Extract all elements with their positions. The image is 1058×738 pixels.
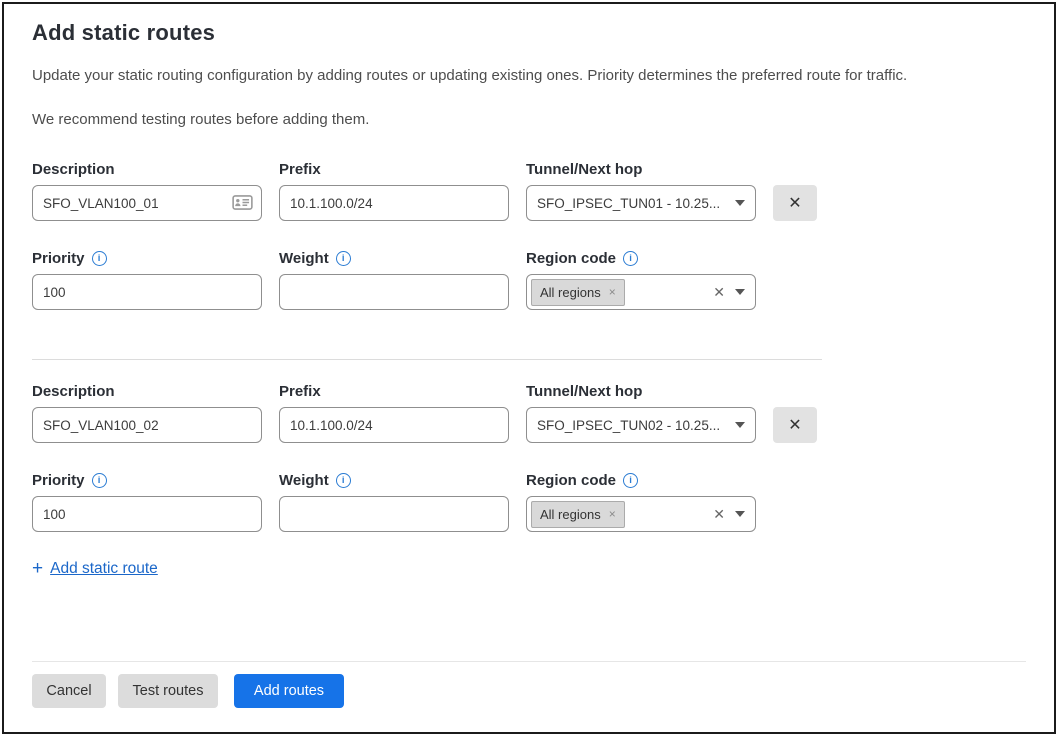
chip-remove-icon[interactable]: × [609,286,616,298]
description-label: Description [32,161,262,178]
remove-route-button[interactable]: ✕ [773,185,817,221]
test-routes-button[interactable]: Test routes [118,674,218,708]
add-static-routes-dialog: Add static routes Update your static rou… [2,2,1056,734]
prefix-input[interactable] [279,185,509,221]
footer-divider [32,661,1026,662]
tunnel-label: Tunnel/Next hop [526,161,756,178]
dialog-footer: Cancel Test routes Add routes [32,661,1026,708]
description-input[interactable] [32,407,262,443]
info-icon[interactable]: i [623,251,638,266]
priority-label: Priority [32,472,85,489]
route-block-2-secondary: Priority i Weight i Region code i All re… [32,472,1026,532]
weight-label: Weight [279,472,329,489]
chevron-down-icon [735,511,745,517]
intro-text: Update your static routing configuration… [32,67,1026,84]
region-code-label: Region code [526,250,616,267]
chevron-down-icon [735,200,745,206]
region-chip-label: All regions [540,285,601,300]
priority-label: Priority [32,250,85,267]
info-icon[interactable]: i [623,473,638,488]
tunnel-selected-value: SFO_IPSEC_TUN02 - 10.25... [537,418,725,433]
info-icon[interactable]: i [92,251,107,266]
weight-input[interactable] [279,274,509,310]
priority-input[interactable] [32,496,262,532]
clear-selection-icon[interactable]: ✕ [713,506,725,523]
region-chip-label: All regions [540,507,601,522]
add-routes-button[interactable]: Add routes [234,674,344,708]
prefix-input[interactable] [279,407,509,443]
page-title: Add static routes [32,20,1026,46]
route-divider [32,359,822,360]
region-code-label: Region code [526,472,616,489]
weight-input[interactable] [279,496,509,532]
chevron-down-icon [735,422,745,428]
tunnel-select[interactable]: SFO_IPSEC_TUN01 - 10.25... [526,185,756,221]
route-block-2: Description Prefix Tunnel/Next hop SFO_I… [32,383,1026,443]
route-block-1: Description Prefix T [32,161,1026,221]
region-select[interactable]: All regions × ✕ [526,496,756,532]
add-static-route-link[interactable]: + Add static route [32,559,1026,578]
info-icon[interactable]: i [92,473,107,488]
region-chip[interactable]: All regions × [531,279,625,306]
plus-icon: + [32,559,43,578]
tunnel-label: Tunnel/Next hop [526,383,756,400]
chevron-down-icon [735,289,745,295]
region-chip[interactable]: All regions × [531,501,625,528]
note-text: We recommend testing routes before addin… [32,111,1026,128]
weight-label: Weight [279,250,329,267]
tunnel-selected-value: SFO_IPSEC_TUN01 - 10.25... [537,196,725,211]
prefix-label: Prefix [279,161,509,178]
info-icon[interactable]: i [336,473,351,488]
remove-route-button[interactable]: ✕ [773,407,817,443]
description-label: Description [32,383,262,400]
priority-input[interactable] [32,274,262,310]
region-select[interactable]: All regions × ✕ [526,274,756,310]
info-icon[interactable]: i [336,251,351,266]
add-static-route-label[interactable]: Add static route [50,560,158,578]
prefix-label: Prefix [279,383,509,400]
tunnel-select[interactable]: SFO_IPSEC_TUN02 - 10.25... [526,407,756,443]
chip-remove-icon[interactable]: × [609,508,616,520]
cancel-button[interactable]: Cancel [32,674,106,708]
description-input[interactable] [32,185,262,221]
clear-selection-icon[interactable]: ✕ [713,284,725,301]
route-block-1-secondary: Priority i Weight i Region code i All re… [32,250,1026,310]
